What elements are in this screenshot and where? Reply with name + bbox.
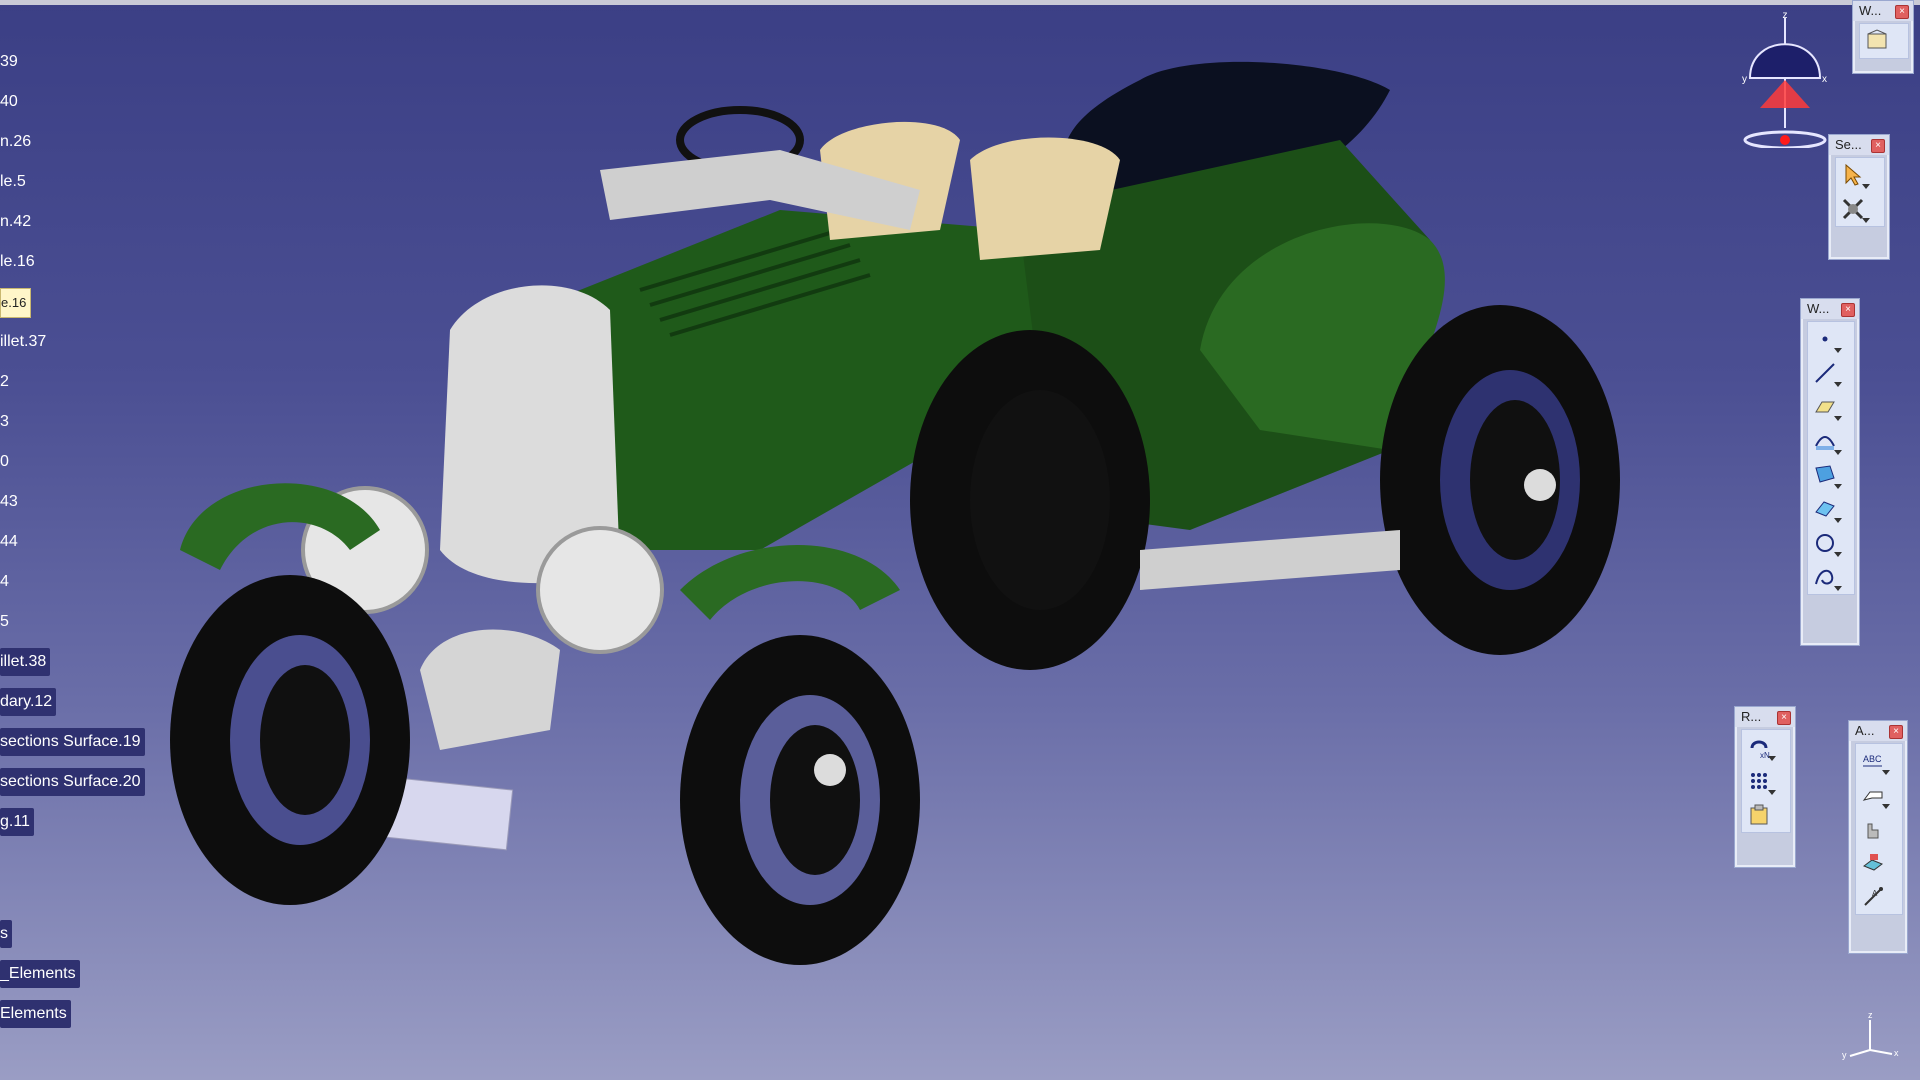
intersection-icon[interactable]	[1808, 458, 1842, 492]
right-headlamp	[536, 526, 664, 654]
axis-system: z x y	[1842, 1010, 1899, 1060]
tree-node[interactable]: sections Surface.19	[0, 728, 145, 756]
toolbar-wireframe-label: W...	[1807, 301, 1830, 316]
toolbar-wireframe-body	[1807, 321, 1855, 595]
projection-icon[interactable]	[1808, 424, 1842, 458]
select-trap-icon[interactable]	[1836, 192, 1870, 226]
svg-text:A: A	[1872, 889, 1878, 898]
tree-node[interactable]: dary.12	[0, 688, 57, 716]
tree-node[interactable]: n.42	[0, 208, 35, 236]
flag-note-icon[interactable]	[1856, 778, 1890, 812]
toolbar-select[interactable]: Se... ×	[1828, 134, 1890, 260]
toolbar-annotations-title[interactable]: A... ×	[1849, 721, 1907, 741]
paste-icon[interactable]	[1742, 798, 1776, 832]
compass-z-label: z	[1783, 10, 1788, 21]
toolbar-select-label: Se...	[1835, 137, 1862, 152]
close-icon[interactable]: ×	[1841, 303, 1855, 317]
navigation-compass[interactable]: z x y	[1730, 8, 1840, 148]
tree-node[interactable]: 4	[0, 568, 13, 596]
select-arrow-icon[interactable]	[1836, 158, 1870, 192]
toolbar-replication-label: R...	[1741, 709, 1762, 724]
tree-node[interactable]: 5	[0, 608, 13, 636]
compass-y-label: y	[1742, 74, 1747, 85]
tree-node[interactable]: le.16	[0, 248, 39, 276]
tree-node[interactable]: 2	[0, 368, 13, 396]
plane-icon[interactable]	[1808, 390, 1842, 424]
line-icon[interactable]	[1808, 356, 1842, 390]
measure-icon[interactable]: A	[1856, 880, 1890, 914]
tree-node[interactable]: e.16	[0, 288, 32, 318]
view-mode-icon[interactable]	[1860, 24, 1894, 58]
tree-node[interactable]: 43	[0, 488, 22, 516]
front-right-fender	[680, 545, 900, 620]
spline-icon[interactable]	[1808, 560, 1842, 594]
tree-node[interactable]: g.11	[0, 808, 34, 836]
repeat-object-icon[interactable]: xN	[1742, 730, 1776, 764]
axis-y-label: y	[1842, 1050, 1847, 1060]
tree-node[interactable]: 40	[0, 88, 22, 116]
tree-node[interactable]: illet.38	[0, 648, 51, 676]
tree-node[interactable]: n.26	[0, 128, 35, 156]
toolbar-replication-body: xN	[1741, 729, 1791, 833]
tree-node[interactable]: s	[0, 920, 12, 948]
toolbar-select-title[interactable]: Se... ×	[1829, 135, 1889, 155]
close-icon[interactable]: ×	[1777, 711, 1791, 725]
3d-viewport[interactable]	[140, 30, 1760, 990]
window-top-border	[0, 0, 1920, 5]
toolbar-view-label: W...	[1859, 3, 1882, 18]
front-right-wheel	[680, 635, 920, 965]
offset-surface-icon[interactable]	[1808, 492, 1842, 526]
close-icon[interactable]: ×	[1895, 5, 1909, 19]
rear-seat	[970, 137, 1120, 260]
3d-annotation-icon[interactable]	[1856, 846, 1890, 880]
tree-node[interactable]: _Elements	[0, 960, 80, 988]
toolbar-replication-title[interactable]: R... ×	[1735, 707, 1795, 727]
toolbar-replication[interactable]: R... × xN	[1734, 706, 1796, 868]
engine	[420, 629, 560, 750]
toolbar-select-body	[1835, 157, 1885, 227]
circle-icon[interactable]	[1808, 526, 1842, 560]
tree-node[interactable]: 3	[0, 408, 13, 436]
toolbar-wireframe-title[interactable]: W... ×	[1801, 299, 1859, 319]
tree-node[interactable]: le.5	[0, 168, 30, 196]
tree-node[interactable]: illet.37	[0, 328, 50, 356]
grid-pattern-icon[interactable]	[1742, 764, 1776, 798]
compass-x-label: x	[1822, 74, 1827, 85]
exhaust-pipe	[1140, 530, 1400, 590]
front-left-wheel	[170, 575, 410, 905]
car-model[interactable]	[170, 61, 1620, 965]
toolbar-view[interactable]: W... ×	[1852, 0, 1914, 74]
close-icon[interactable]: ×	[1889, 725, 1903, 739]
tree-node[interactable]: 39	[0, 48, 22, 76]
tree-node[interactable]: 44	[0, 528, 22, 556]
tree-node[interactable]: Elements	[0, 1000, 71, 1028]
point-icon[interactable]	[1808, 322, 1842, 356]
svg-text:ABC: ABC	[1863, 754, 1882, 764]
tree-node[interactable]: 0	[0, 448, 13, 476]
toolbar-annotations-label: A...	[1855, 723, 1875, 738]
toolbar-view-title[interactable]: W... ×	[1853, 1, 1913, 21]
tree-node[interactable]: sections Surface.20	[0, 768, 145, 796]
toolbar-view-body	[1859, 23, 1909, 59]
rear-right-wheel	[1380, 305, 1620, 655]
toolbar-wireframe[interactable]: W... ×	[1800, 298, 1860, 646]
text-abc-icon[interactable]: ABC	[1856, 744, 1890, 778]
close-icon[interactable]: ×	[1871, 139, 1885, 153]
axis-x-label: x	[1894, 1048, 1899, 1058]
axis-z-label: z	[1868, 1010, 1873, 1020]
hand-annotation-icon[interactable]	[1856, 812, 1890, 846]
toolbar-annotations[interactable]: A... × ABC A	[1848, 720, 1908, 954]
rear-left-wheel	[910, 330, 1150, 670]
toolbar-annotations-body: ABC A	[1855, 743, 1903, 915]
